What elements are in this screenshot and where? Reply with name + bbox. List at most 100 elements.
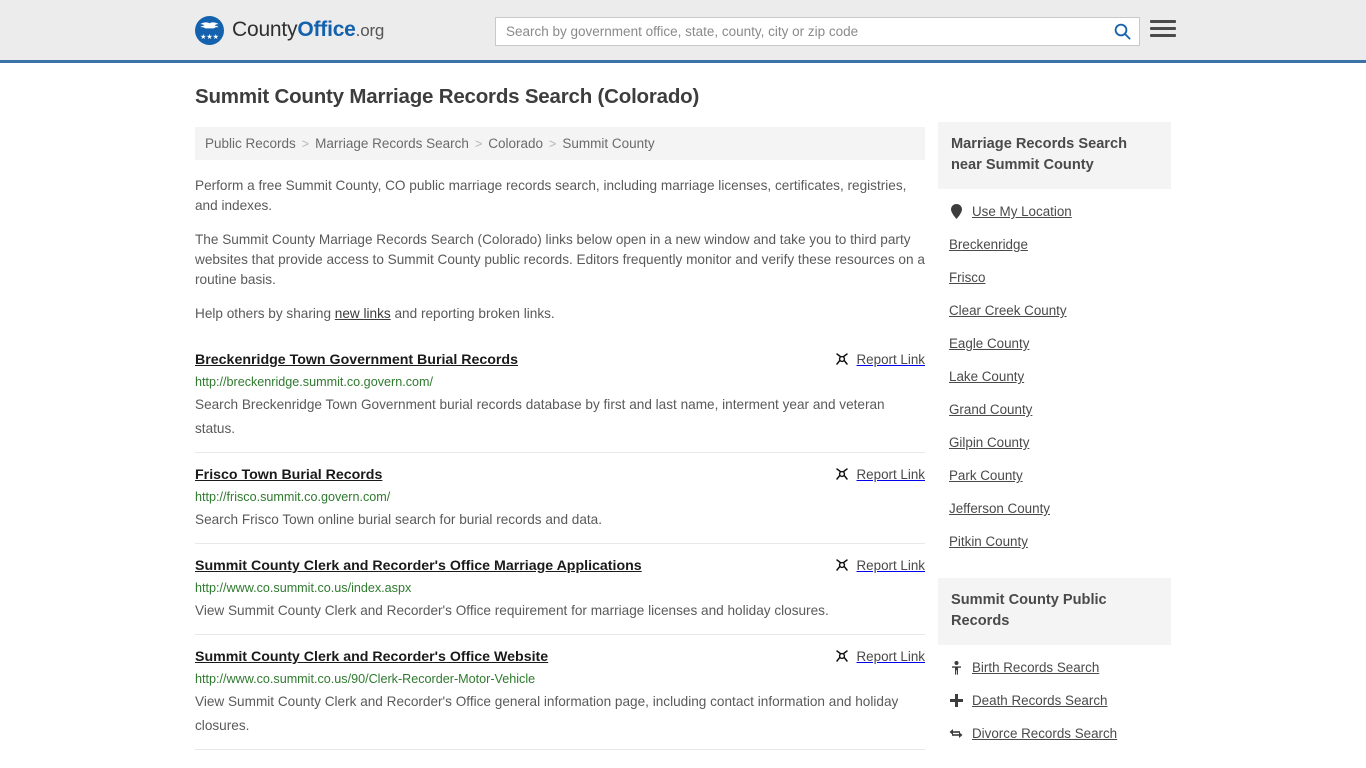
- broken-link-icon: [835, 559, 848, 571]
- share-prompt-after: and reporting broken links.: [390, 306, 555, 321]
- breadcrumb-item-public-records[interactable]: Public Records: [205, 136, 296, 151]
- sidebar-link-divorce-records-search[interactable]: Divorce Records Search: [972, 726, 1117, 741]
- search-input[interactable]: [496, 18, 1105, 45]
- report-link-label: Report Link: [856, 351, 925, 367]
- sidebar-link-grand-county[interactable]: Grand County: [949, 402, 1032, 417]
- result-header: Summit County Clerk and Recorder's Offic…: [195, 556, 925, 576]
- result-item: Summit County Clerk and Recorder's Offic…: [195, 544, 925, 635]
- breadcrumb-separator-icon: >: [301, 136, 310, 151]
- report-link-label: Report Link: [856, 648, 925, 664]
- sidebar-item-frisco[interactable]: Frisco: [938, 261, 1171, 294]
- hamburger-bar: [1150, 34, 1176, 37]
- result-description: Search Breckenridge Town Government buri…: [195, 397, 885, 436]
- sidebar-item-grand-county[interactable]: Grand County: [938, 393, 1171, 426]
- report-link-button[interactable]: Report Link: [834, 466, 925, 482]
- search-button[interactable]: [1105, 18, 1139, 45]
- sidebar-link-lake-county[interactable]: Lake County: [949, 369, 1024, 384]
- new-links-link[interactable]: new links: [335, 306, 391, 321]
- hamburger-menu-icon[interactable]: [1150, 20, 1176, 37]
- result-header: Frisco Town Burial Records Report Link: [195, 465, 925, 485]
- sidebar-link-birth-records-search[interactable]: Birth Records Search: [972, 660, 1099, 675]
- sidebar-link-breckenridge[interactable]: Breckenridge: [949, 237, 1028, 252]
- brand-county: County: [232, 18, 298, 41]
- result-description: Search Frisco Town online burial search …: [195, 512, 603, 527]
- report-link-label: Report Link: [856, 466, 925, 482]
- result-url-link[interactable]: http://breckenridge.summit.co.govern.com…: [195, 374, 925, 391]
- search-icon: [1114, 23, 1131, 40]
- intro-paragraph-1: Perform a free Summit County, CO public …: [195, 178, 907, 213]
- main-content: Summit County Marriage Records Search (C…: [195, 85, 925, 750]
- sidebar-heading-public-records: Summit County Public Records: [938, 578, 1171, 645]
- report-link-button[interactable]: Report Link: [834, 557, 925, 573]
- sidebar-public-records-list: Birth Records Search Death Records Searc…: [938, 651, 1171, 750]
- sidebar-item-divorce-records-search[interactable]: Divorce Records Search: [938, 717, 1171, 750]
- map-pin-icon: [949, 204, 963, 219]
- intro-paragraph-2: The Summit County Marriage Records Searc…: [195, 232, 925, 287]
- baby-icon: [949, 660, 963, 675]
- sidebar-item-death-records-search[interactable]: Death Records Search: [938, 684, 1171, 717]
- site-logo[interactable]: ★★★ CountyOffice.org: [195, 15, 384, 45]
- broken-link-icon: [835, 353, 848, 365]
- search-bar: [495, 17, 1140, 46]
- sidebar: Marriage Records Search near Summit Coun…: [938, 122, 1171, 750]
- breadcrumb-item-marriage-records-search[interactable]: Marriage Records Search: [315, 136, 469, 151]
- sidebar-link-pitkin-county[interactable]: Pitkin County: [949, 534, 1028, 549]
- sidebar-link-park-county[interactable]: Park County: [949, 468, 1023, 483]
- breadcrumb-item-summit-county: Summit County: [562, 136, 655, 151]
- sidebar-item-park-county[interactable]: Park County: [938, 459, 1171, 492]
- hamburger-bar: [1150, 27, 1176, 30]
- result-url-link[interactable]: http://www.co.summit.co.us/90/Clerk-Reco…: [195, 671, 925, 688]
- eagle-seal-icon: ★★★: [195, 15, 224, 45]
- hamburger-bar: [1150, 20, 1176, 23]
- sidebar-link-use-my-location[interactable]: Use My Location: [972, 204, 1072, 219]
- breadcrumb-item-colorado[interactable]: Colorado: [488, 136, 543, 151]
- result-item: Summit County Clerk and Recorder's Offic…: [195, 635, 925, 750]
- sidebar-item-breckenridge[interactable]: Breckenridge: [938, 228, 1171, 261]
- breadcrumb-separator-icon: >: [474, 136, 483, 151]
- broken-link-icon: [835, 650, 848, 662]
- sidebar-nearby-list: Use My Location Breckenridge Frisco Clea…: [938, 195, 1171, 558]
- sidebar-link-death-records-search[interactable]: Death Records Search: [972, 693, 1107, 708]
- sidebar-link-clear-creek-county[interactable]: Clear Creek County: [949, 303, 1067, 318]
- brand-org: .org: [355, 21, 385, 40]
- result-title-link[interactable]: Frisco Town Burial Records: [195, 465, 382, 485]
- emblem-stars: ★★★: [200, 33, 219, 41]
- divorce-arrows-icon: [949, 728, 963, 739]
- sidebar-link-gilpin-county[interactable]: Gilpin County: [949, 435, 1029, 450]
- cross-icon: [949, 694, 963, 707]
- sidebar-link-eagle-county[interactable]: Eagle County: [949, 336, 1029, 351]
- broken-link-icon: [835, 468, 848, 480]
- result-header: Summit County Clerk and Recorder's Offic…: [195, 647, 925, 667]
- result-item: Frisco Town Burial Records Report Link h…: [195, 453, 925, 544]
- sidebar-item-pitkin-county[interactable]: Pitkin County: [938, 525, 1171, 558]
- result-description: View Summit County Clerk and Recorder's …: [195, 603, 829, 618]
- brand-office: Office: [297, 18, 356, 41]
- breadcrumb-separator-icon: >: [549, 136, 557, 151]
- result-title-link[interactable]: Breckenridge Town Government Burial Reco…: [195, 350, 518, 370]
- share-prompt: Help others by sharing new links and rep…: [195, 304, 925, 324]
- result-title-link[interactable]: Summit County Clerk and Recorder's Offic…: [195, 556, 642, 576]
- sidebar-item-clear-creek-county[interactable]: Clear Creek County: [938, 294, 1171, 327]
- sidebar-item-gilpin-county[interactable]: Gilpin County: [938, 426, 1171, 459]
- sidebar-item-use-my-location[interactable]: Use My Location: [938, 195, 1171, 228]
- result-item: Breckenridge Town Government Burial Reco…: [195, 338, 925, 453]
- sidebar-item-jefferson-county[interactable]: Jefferson County: [938, 492, 1171, 525]
- breadcrumb: Public Records > Marriage Records Search…: [195, 127, 925, 160]
- result-url-link[interactable]: http://www.co.summit.co.us/index.aspx: [195, 580, 925, 597]
- result-title-link[interactable]: Summit County Clerk and Recorder's Offic…: [195, 647, 548, 667]
- sidebar-item-birth-records-search[interactable]: Birth Records Search: [938, 651, 1171, 684]
- sidebar-link-jefferson-county[interactable]: Jefferson County: [949, 501, 1050, 516]
- report-link-button[interactable]: Report Link: [834, 351, 925, 367]
- site-header: ★★★ CountyOffice.org: [0, 0, 1366, 63]
- sidebar-link-frisco[interactable]: Frisco: [949, 270, 985, 285]
- sidebar-item-lake-county[interactable]: Lake County: [938, 360, 1171, 393]
- result-header: Breckenridge Town Government Burial Reco…: [195, 350, 925, 370]
- report-link-button[interactable]: Report Link: [834, 648, 925, 664]
- share-prompt-before: Help others by sharing: [195, 306, 335, 321]
- result-url-link[interactable]: http://frisco.summit.co.govern.com/: [195, 489, 925, 506]
- result-description: View Summit County Clerk and Recorder's …: [195, 694, 899, 733]
- report-link-label: Report Link: [856, 557, 925, 573]
- brand-wordmark: CountyOffice.org: [232, 18, 384, 42]
- sidebar-item-eagle-county[interactable]: Eagle County: [938, 327, 1171, 360]
